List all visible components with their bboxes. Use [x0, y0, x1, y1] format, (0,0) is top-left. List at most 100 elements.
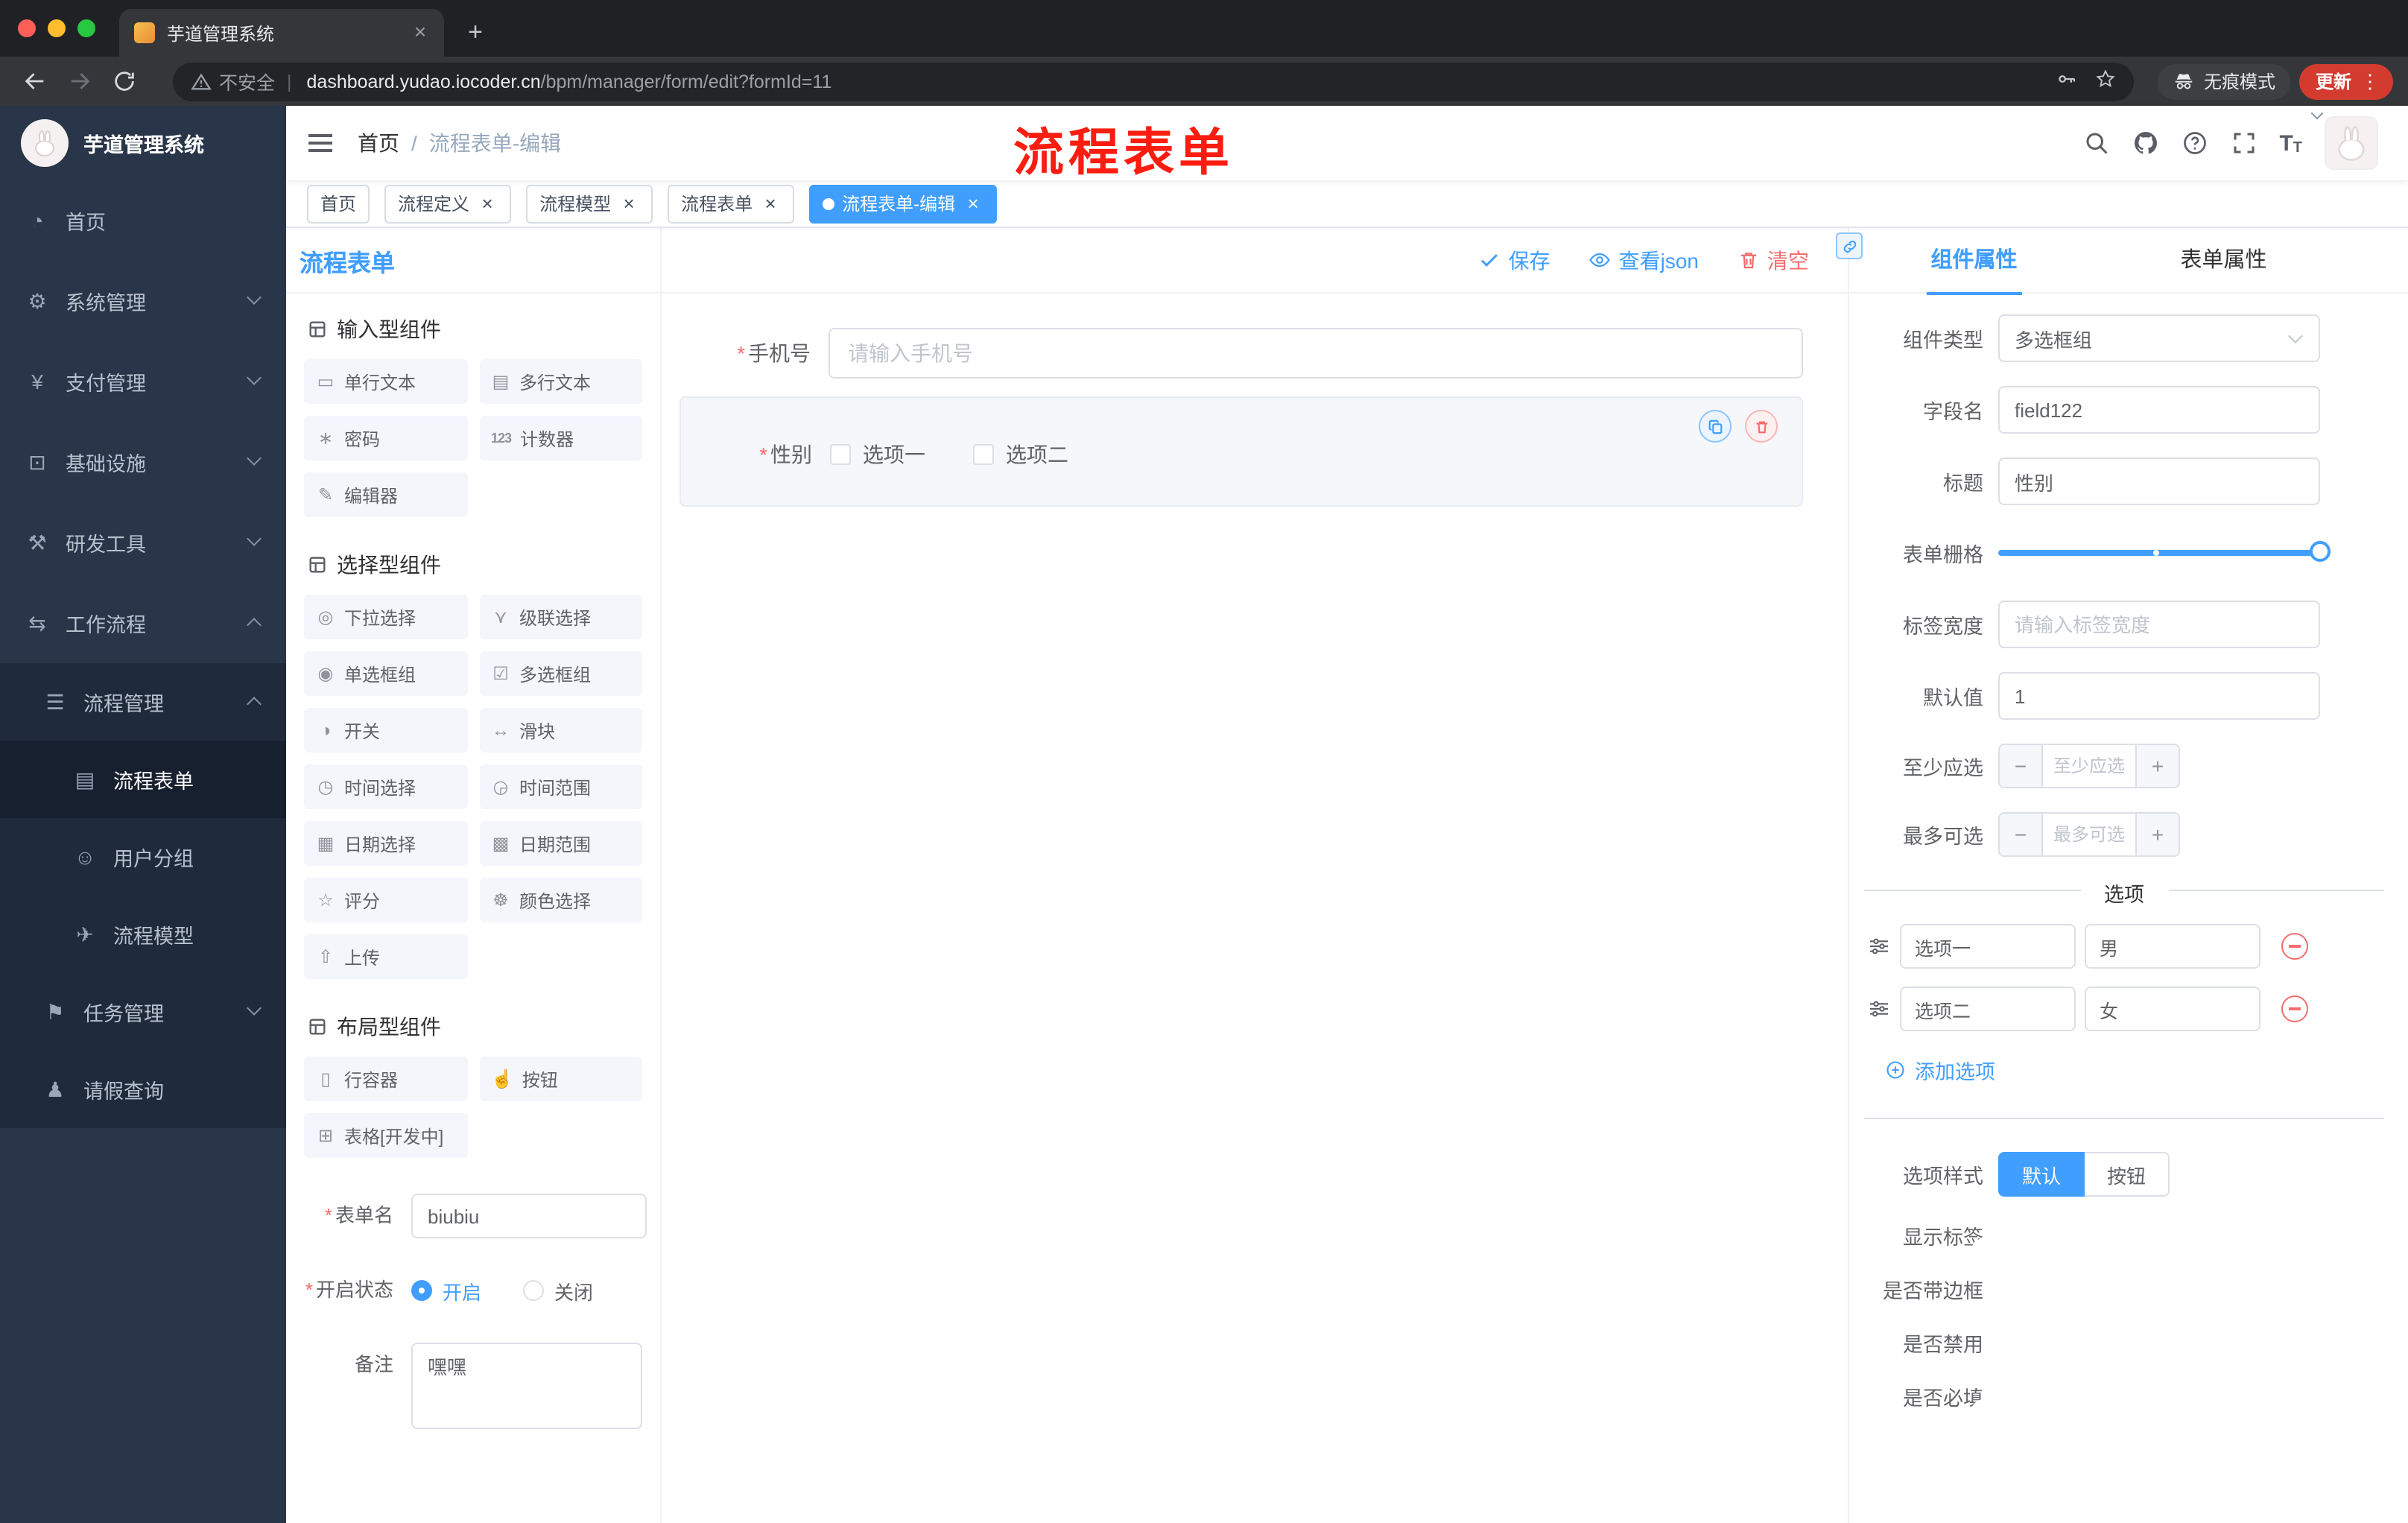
form-canvas[interactable]: *手机号 *性别 选项一 选项二	[662, 294, 1848, 1523]
increase-button[interactable]: +	[2137, 745, 2179, 787]
default-value-input[interactable]	[1998, 672, 2320, 720]
gender-option-2-checkbox[interactable]: 选项二	[973, 440, 1068, 469]
tab-component-props[interactable]: 组件属性	[1849, 227, 2099, 294]
max-select-input[interactable]	[2041, 814, 2137, 855]
browser-update-button[interactable]: 更新 ⋮	[2298, 63, 2393, 99]
chip-switch[interactable]: ◑ 开关	[304, 708, 467, 753]
decrease-button[interactable]: −	[2000, 814, 2041, 855]
browser-tab[interactable]: 芋道管理系统 ×	[119, 9, 444, 57]
forward-button[interactable]	[60, 62, 98, 101]
sidebar-item-infrastructure[interactable]: ⊡ 基础设施	[0, 422, 286, 502]
font-size-icon[interactable]: TT	[2279, 130, 2302, 156]
tag-close-icon[interactable]: ×	[760, 193, 781, 214]
phone-input[interactable]	[828, 328, 1803, 379]
chip-password[interactable]: ∗ 密码	[304, 416, 467, 460]
chip-textarea[interactable]: ▤ 多行文本	[479, 359, 642, 404]
remove-option-button[interactable]	[2281, 933, 2308, 960]
tag-close-icon[interactable]: ×	[618, 193, 639, 214]
phone-field-row[interactable]: * 手机号	[679, 328, 1803, 379]
sidebar-item-task-management[interactable]: ⚑ 任务管理	[0, 973, 286, 1051]
chip-rate[interactable]: ☆ 评分	[304, 878, 467, 922]
collapse-sidebar-button[interactable]	[286, 106, 358, 180]
chip-time-range[interactable]: ◶ 时间范围	[479, 764, 642, 809]
min-select-input[interactable]	[2041, 745, 2137, 787]
drag-handle-icon[interactable]	[1867, 997, 1891, 1021]
fullscreen-icon[interactable]	[2230, 130, 2257, 156]
sidebar-item-system-management[interactable]: ⚙ 系统管理	[0, 261, 286, 341]
search-icon[interactable]	[2082, 130, 2109, 156]
delete-component-button[interactable]	[1745, 410, 1778, 443]
tag-home[interactable]: 首页	[307, 184, 370, 223]
sidebar-item-process-management[interactable]: ☰ 流程管理	[0, 663, 286, 741]
tab-close-icon[interactable]: ×	[408, 20, 432, 45]
avatar[interactable]	[2325, 116, 2378, 170]
tag-close-icon[interactable]: ×	[477, 193, 498, 214]
tag-process-model[interactable]: 流程模型 ×	[526, 184, 653, 223]
view-json-button[interactable]: 查看json	[1589, 245, 1699, 275]
style-button-button[interactable]: 按钮	[2085, 1152, 2170, 1197]
tab-form-props[interactable]: 表单属性	[2099, 227, 2348, 293]
breadcrumb-home[interactable]: 首页	[358, 128, 399, 158]
increase-button[interactable]: +	[2137, 814, 2179, 855]
sidebar-item-leave-query[interactable]: ♟ 请假查询	[0, 1051, 286, 1128]
style-default-button[interactable]: 默认	[1998, 1152, 2085, 1197]
chip-cascader[interactable]: ⋎ 级联选择	[479, 595, 642, 639]
new-tab-button[interactable]: +	[456, 13, 495, 52]
sidebar-item-user-group[interactable]: ☺ 用户分组	[0, 818, 286, 896]
label-width-input[interactable]	[1998, 601, 2320, 648]
remark-textarea[interactable]: 嘿嘿	[411, 1343, 642, 1429]
gender-field-row-selected[interactable]: * 性别 选项一 选项二	[679, 396, 1803, 507]
close-window-button[interactable]	[18, 19, 36, 37]
chip-slider[interactable]: ↔ 滑块	[479, 708, 642, 753]
option-value-input[interactable]	[2085, 987, 2260, 1031]
address-bar[interactable]: 不安全 | dashboard.yudao.iocoder.cn /bpm/ma…	[173, 62, 2134, 101]
chip-color-picker[interactable]: ☸ 颜色选择	[479, 878, 642, 922]
chip-table[interactable]: ⊞ 表格[开发中]	[304, 1113, 467, 1158]
form-name-input[interactable]	[411, 1194, 647, 1238]
sidebar-item-home[interactable]: ◔ 首页	[0, 180, 286, 261]
option-value-input[interactable]	[2085, 924, 2260, 969]
chip-button[interactable]: ☝ 按钮	[479, 1057, 642, 1101]
security-label[interactable]: 不安全	[219, 67, 275, 95]
help-icon[interactable]	[2181, 130, 2208, 156]
chip-row-container[interactable]: ▯ 行容器	[304, 1057, 467, 1101]
status-off-radio[interactable]: 关闭	[523, 1276, 593, 1305]
title-input[interactable]	[1998, 457, 2320, 505]
tag-close-icon[interactable]: ×	[963, 193, 983, 214]
decrease-button[interactable]: −	[2000, 745, 2041, 787]
chip-checkbox-group[interactable]: ☑ 多选框组	[479, 651, 642, 696]
clear-button[interactable]: 清空	[1737, 245, 1809, 275]
chip-editor[interactable]: ✎ 编辑器	[304, 472, 467, 517]
tag-process-form-edit[interactable]: 流程表单-编辑 ×	[809, 184, 998, 223]
field-name-input[interactable]	[1998, 386, 2320, 434]
tag-process-definition[interactable]: 流程定义 ×	[384, 184, 512, 223]
chip-single-line-text[interactable]: ▭ 单行文本	[304, 359, 467, 404]
status-on-radio[interactable]: 开启	[411, 1276, 481, 1305]
chip-counter[interactable]: 123 计数器	[479, 416, 642, 460]
component-type-select[interactable]: 多选框组	[1998, 314, 2320, 362]
slider-handle[interactable]	[2310, 541, 2331, 562]
reload-button[interactable]	[104, 62, 143, 101]
browser-menu-icon[interactable]: ⋮	[2360, 69, 2380, 93]
chip-select[interactable]: ◎ 下拉选择	[304, 595, 467, 639]
add-option-button[interactable]: 添加选项	[1864, 1055, 2384, 1085]
sidebar-item-dev-tools[interactable]: ⚒ 研发工具	[0, 502, 286, 583]
maximize-window-button[interactable]	[77, 19, 95, 37]
chip-radio-group[interactable]: ◉ 单选框组	[304, 651, 467, 696]
remove-option-button[interactable]	[2281, 995, 2308, 1022]
sidebar-item-workflow[interactable]: ⇆ 工作流程	[0, 583, 286, 663]
option-name-input[interactable]	[1900, 987, 2076, 1031]
slider-track[interactable]	[1998, 541, 2331, 562]
back-button[interactable]	[15, 62, 54, 101]
app-logo-row[interactable]: 芋道管理系统	[0, 106, 286, 180]
checkbox-box[interactable]	[830, 444, 851, 465]
minimize-window-button[interactable]	[48, 19, 66, 37]
option-name-input[interactable]	[1900, 924, 2076, 969]
chip-date-range[interactable]: ▩ 日期范围	[479, 821, 642, 866]
drag-handle-icon[interactable]	[1867, 934, 1891, 958]
sidebar-item-process-model[interactable]: ✈ 流程模型	[0, 896, 286, 973]
sidebar-item-payment-management[interactable]: ¥ 支付管理	[0, 341, 286, 422]
sidebar-item-process-form[interactable]: ▤ 流程表单	[0, 741, 286, 818]
checkbox-box[interactable]	[973, 444, 994, 465]
chip-upload[interactable]: ⇧ 上传	[304, 934, 467, 979]
